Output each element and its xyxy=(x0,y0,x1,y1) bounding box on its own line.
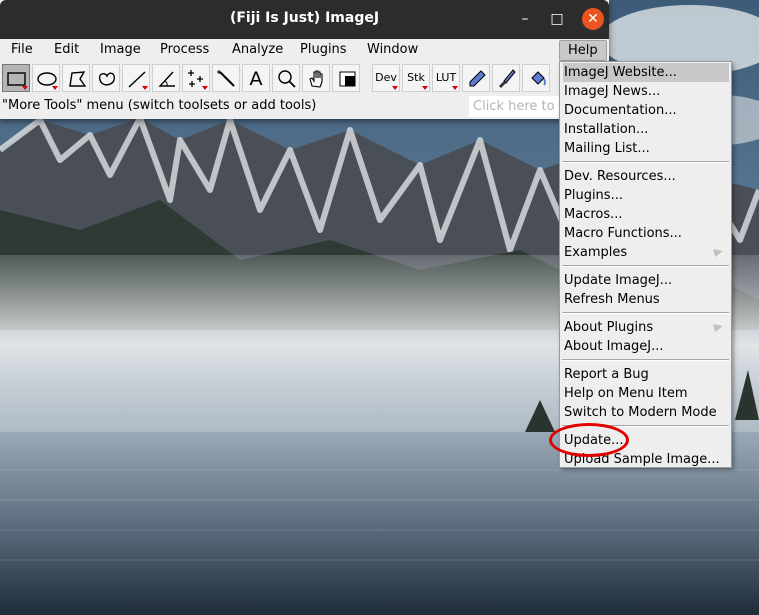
menu-item-imagej-news[interactable]: ImageJ News... xyxy=(563,82,729,101)
submenu-arrow-icon xyxy=(713,246,724,258)
close-button[interactable]: ✕ xyxy=(582,8,604,30)
menu-edit[interactable]: Edit xyxy=(54,42,79,57)
flood-fill-tool[interactable] xyxy=(522,64,550,92)
menu-item-installation[interactable]: Installation... xyxy=(563,120,729,139)
menu-item-update-imagej[interactable]: Update ImageJ... xyxy=(563,271,729,290)
menu-separator xyxy=(562,265,729,267)
pencil-tool[interactable] xyxy=(462,64,490,92)
dropdown-indicator xyxy=(52,86,58,90)
brush-tool[interactable] xyxy=(492,64,520,92)
stk-tool[interactable]: Stk xyxy=(402,64,430,92)
text-tool[interactable]: A xyxy=(242,64,270,92)
dropdown-indicator xyxy=(142,86,148,90)
magnifier-icon xyxy=(278,70,296,88)
menu-item-examples[interactable]: Examples xyxy=(563,243,729,262)
dropdown-indicator xyxy=(22,86,28,90)
freehand-icon xyxy=(98,72,116,86)
menu-item-imagej-website[interactable]: ImageJ Website... xyxy=(563,63,729,82)
menu-item-documentation[interactable]: Documentation... xyxy=(563,101,729,120)
angle-tool[interactable] xyxy=(152,64,180,92)
imagej-window: (Fiji Is Just) ImageJ – □ ✕ File Edit Im… xyxy=(0,0,609,119)
bucket-icon xyxy=(531,71,546,86)
status-message: "More Tools" menu (switch toolsets or ad… xyxy=(2,98,317,113)
hand-icon xyxy=(309,70,323,88)
title-bar[interactable]: (Fiji Is Just) ImageJ – □ ✕ xyxy=(0,0,609,39)
rectangle-tool[interactable] xyxy=(2,64,30,92)
wand-icon xyxy=(217,70,235,87)
stk-label: Stk xyxy=(407,71,425,84)
menu-item-help-on-menu-item[interactable]: Help on Menu Item xyxy=(563,384,729,403)
line-tool[interactable] xyxy=(122,64,150,92)
angle-icon xyxy=(158,71,175,87)
menu-item-examples-label: Examples xyxy=(564,245,628,260)
help-menu: ImageJ Website... ImageJ News... Documen… xyxy=(559,61,732,468)
minimize-button[interactable]: – xyxy=(514,8,536,30)
submenu-arrow-icon xyxy=(713,321,724,333)
lut-label: LUT xyxy=(435,71,457,84)
menu-separator xyxy=(562,161,729,163)
menu-item-about-plugins-label: About Plugins xyxy=(564,320,654,335)
menu-item-plugins[interactable]: Plugins... xyxy=(563,186,729,205)
maximize-button[interactable]: □ xyxy=(546,8,568,30)
menu-item-mailing-list[interactable]: Mailing List... xyxy=(563,139,729,158)
menu-item-macros[interactable]: Macros... xyxy=(563,205,729,224)
menu-plugins[interactable]: Plugins xyxy=(300,42,347,57)
menu-process[interactable]: Process xyxy=(160,42,209,57)
dev-tool[interactable]: Dev xyxy=(372,64,400,92)
zoom-tool[interactable] xyxy=(272,64,300,92)
highlight-circle-annotation xyxy=(549,423,629,457)
menu-help[interactable]: Help xyxy=(559,40,607,61)
multipoint-tool[interactable] xyxy=(182,64,210,92)
color-picker-tool[interactable] xyxy=(332,64,360,92)
menu-file[interactable]: File xyxy=(11,42,33,57)
menu-item-switch-modern-mode[interactable]: Switch to Modern Mode xyxy=(563,403,729,422)
pencil-icon xyxy=(469,70,486,87)
paintbrush-icon xyxy=(499,69,516,88)
dropdown-indicator xyxy=(202,86,208,90)
menu-separator xyxy=(562,312,729,314)
scroll-tool[interactable] xyxy=(302,64,330,92)
polygon-icon xyxy=(69,71,87,87)
lut-tool[interactable]: LUT xyxy=(432,64,460,92)
color-picker-icon xyxy=(339,71,356,87)
oval-tool[interactable] xyxy=(32,64,60,92)
menu-item-about-imagej[interactable]: About ImageJ... xyxy=(563,337,729,356)
dropdown-indicator xyxy=(422,86,428,90)
dropdown-indicator xyxy=(392,86,398,90)
menu-item-report-bug[interactable]: Report a Bug xyxy=(563,365,729,384)
freehand-tool[interactable] xyxy=(92,64,120,92)
menu-bar: File Edit Image Process Analyze Plugins … xyxy=(0,39,609,61)
menu-separator xyxy=(562,359,729,361)
dropdown-indicator xyxy=(452,86,458,90)
menu-item-about-plugins[interactable]: About Plugins xyxy=(563,318,729,337)
status-bar: "More Tools" menu (switch toolsets or ad… xyxy=(0,96,609,118)
menu-image[interactable]: Image xyxy=(100,42,141,57)
wand-tool[interactable] xyxy=(212,64,240,92)
menu-window[interactable]: Window xyxy=(367,42,418,57)
menu-item-refresh-menus[interactable]: Refresh Menus xyxy=(563,290,729,309)
menu-item-dev-resources[interactable]: Dev. Resources... xyxy=(563,167,729,186)
toolbar: A Dev Stk LUT xyxy=(0,62,609,96)
dev-label: Dev xyxy=(375,71,397,84)
menu-analyze[interactable]: Analyze xyxy=(232,42,283,57)
polygon-tool[interactable] xyxy=(62,64,90,92)
menu-item-macro-functions[interactable]: Macro Functions... xyxy=(563,224,729,243)
